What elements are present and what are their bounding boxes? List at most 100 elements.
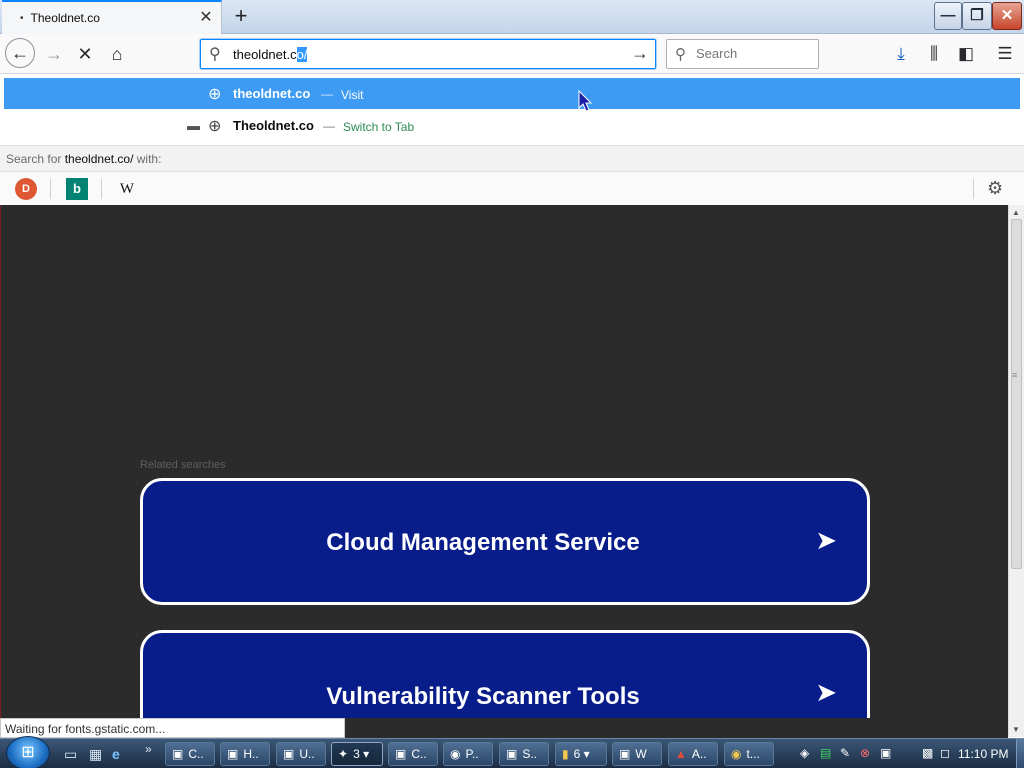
taskbar-label: H.. [243,747,259,761]
url-bar[interactable]: ⚲ theoldnet.co/ → [200,39,656,69]
card-label: Vulnerability Scanner Tools [326,683,640,710]
quicklaunch-overflow-icon[interactable]: » [145,742,152,756]
scroll-down-icon[interactable]: ▼ [1012,725,1020,734]
app-icon: ▣ [395,747,407,761]
new-tab-button[interactable]: + [228,3,254,29]
scrollbar-thumb[interactable] [1011,219,1022,569]
flash-icon: ▲ [675,747,687,761]
taskbar-button[interactable]: ▣ U.. [276,742,326,766]
tab-close-icon[interactable]: ✕ [197,9,215,27]
close-window-button[interactable]: ✕ [992,2,1022,30]
autocomplete-row-switch-tab[interactable]: ▬ ⊕ Theoldnet.co — Switch to Tab [4,110,1020,141]
autocomplete-title: theoldnet.co [233,86,311,101]
autocomplete-action: Switch to Tab [343,120,415,134]
related-search-card[interactable]: Vulnerability Scanner Tools ➤ [140,630,870,718]
taskbar-button[interactable]: ▣ C.. [388,742,438,766]
tray-icon[interactable]: ▣ [880,746,891,760]
wikipedia-icon[interactable]: W [116,178,138,200]
home-button[interactable]: ⌂ [103,40,131,68]
arrow-right-icon: ➤ [815,677,837,707]
page-scrollbar[interactable]: ▲ ≡ ▼ [1008,205,1024,737]
app-icon: ▣ [619,747,631,761]
sidebar-icon[interactable]: ◧ [953,40,979,68]
volume-icon[interactable]: ◻ [940,746,950,760]
search-hint-term: theoldnet.co/ [64,152,134,166]
page-content: Related searches Cloud Management Servic… [0,205,1008,718]
taskbar-label: S.. [522,747,538,761]
forward-button[interactable]: → [40,40,68,68]
search-hint-prefix: Search for [6,152,65,166]
app-icon: ▣ [506,747,518,761]
autocomplete-title: Theoldnet.co [233,118,314,133]
duckduckgo-icon[interactable]: D [15,178,37,200]
library-icon[interactable]: ⫼ [921,40,947,68]
tab-theoldnet[interactable]: • Theoldnet.co ✕ [2,0,222,34]
taskbar-button[interactable]: ▲ A.. [668,742,718,766]
url-autofill-selection: o/ [296,47,308,62]
go-arrow-icon[interactable]: → [631,43,649,64]
taskbar-clock[interactable]: 11:10 PM [958,747,1008,761]
url-input[interactable]: theoldnet.co/ [233,47,308,62]
bing-icon[interactable]: b [66,178,88,200]
autocomplete-row-visit[interactable]: ⊕ theoldnet.co — Visit [4,78,1020,109]
taskbar-button[interactable]: ▣ W [612,742,662,766]
tray-icon[interactable]: ⊗ [860,746,870,760]
taskbar-button[interactable]: ▣ C.. [165,742,215,766]
taskbar-label: A.. [691,747,707,761]
app-icon: ◉ [450,747,461,761]
tray-icon[interactable]: ▤ [820,746,831,760]
window-switcher-icon[interactable]: ▦ [89,746,102,763]
folder-icon: ▮ [562,747,569,761]
app-icon: ▣ [227,747,239,761]
engine-divider [101,179,102,199]
taskbar-label: P.. [465,747,479,761]
card-label: Cloud Management Service [326,529,640,556]
mouse-cursor-icon [578,90,592,112]
scrollbar-grip-icon: ≡ [1012,370,1018,380]
back-button[interactable]: ← [5,38,35,68]
search-input[interactable] [696,46,811,61]
taskbar-button[interactable]: ▣ S.. [499,742,549,766]
start-button[interactable]: ⊞ [6,736,50,768]
search-bar[interactable]: ⚲ [666,39,819,69]
taskbar-label: U.. [299,747,315,761]
tab-title: Theoldnet.co [30,11,100,25]
taskbar-button-group-firefox[interactable]: ✦ 3 ▾ [331,742,383,766]
network-icon[interactable]: ▩ [922,746,933,760]
autocomplete-action: Visit [341,88,364,102]
hamburger-menu-icon[interactable]: ☰ [992,40,1018,68]
search-hint-suffix: with: [133,152,162,166]
show-desktop-icon[interactable]: ▭ [64,746,77,763]
taskbar-label: C.. [188,747,204,761]
tray-icon[interactable]: ◈ [800,746,809,760]
windows-taskbar: ⊞ ▭ ▦ e » ▣ C.. ▣ H.. ▣ U.. ✦ 3 ▾ ▣ C.. ◉ P.. … [0,736,1024,768]
navigation-toolbar: ← → ✕ ⌂ ⚲ theoldnet.co/ → ⚲ ⤓ ⫼ ◧ ☰ [0,34,1024,74]
globe-icon: ⊕ [208,118,222,135]
minimize-button[interactable]: — [934,2,962,30]
tray-icon[interactable]: ✎ [840,746,850,760]
show-desktop-button[interactable] [1016,739,1024,768]
taskbar-button[interactable]: ◉ P.. [443,742,493,766]
taskbar-button[interactable]: ◉ t... [724,742,774,766]
taskbar-button[interactable]: ▣ H.. [220,742,270,766]
minimize-icon: — [940,7,956,24]
downloads-icon[interactable]: ⤓ [888,40,914,68]
internet-explorer-icon[interactable]: e [112,746,120,762]
search-icon: ⚲ [209,46,221,63]
search-settings-gear-icon[interactable]: ⚙ [987,178,1003,199]
app-icon: ▣ [172,747,184,761]
taskbar-button-group[interactable]: ▮ 6 ▾ [555,742,607,766]
search-icon: ⚲ [675,46,686,63]
system-tray: ◈ ▤ ✎ ⊗ ▣ ▩ ◻ [800,742,950,766]
status-bar: Waiting for fonts.gstatic.com... [0,718,345,738]
scroll-up-icon[interactable]: ▲ [1012,208,1020,217]
url-typed-text: theoldnet.c [233,47,297,62]
stop-button[interactable]: ✕ [71,40,99,68]
taskbar-label: 6 ▾ [573,747,590,761]
tab-icon: ▬ [187,118,200,133]
taskbar-label: 3 ▾ [353,747,370,761]
autocomplete-separator: — [323,119,335,133]
maximize-button[interactable]: ❐ [962,2,992,30]
globe-icon: ⊕ [208,86,222,103]
related-search-card[interactable]: Cloud Management Service ➤ [140,478,870,605]
